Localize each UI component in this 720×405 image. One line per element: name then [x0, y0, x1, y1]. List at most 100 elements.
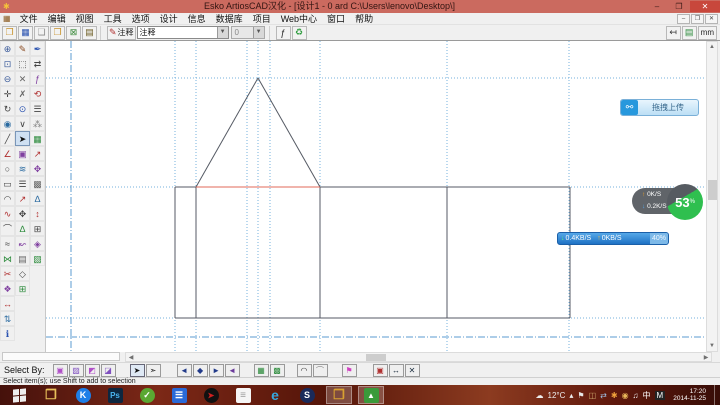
function-icon[interactable]: ƒ — [30, 71, 45, 86]
field-tool-button[interactable]: ƒ — [276, 26, 291, 40]
zoom-in-icon[interactable]: ⊕ — [0, 41, 15, 56]
horizontal-scrollbar[interactable]: ◀ ▶ — [0, 352, 720, 362]
select-next-button[interactable]: ► — [209, 364, 224, 377]
scroll-down-arrow[interactable]: ▼ — [707, 341, 717, 351]
rotate-ccw-icon[interactable]: ⟲ — [30, 86, 45, 101]
gem-icon[interactable]: ◈ — [30, 236, 45, 251]
select-add-button[interactable]: ➣ — [146, 364, 161, 377]
show-hide-icon[interactable]: ◉ — [0, 116, 15, 131]
select-flag-button[interactable]: ⚑ — [342, 364, 357, 377]
sogou-browser[interactable]: S — [294, 386, 320, 404]
annotation-layer-combo[interactable]: 注释▼ — [137, 26, 229, 39]
select-query-button[interactable]: ◄ — [225, 364, 240, 377]
mdi-close[interactable]: ✕ — [705, 14, 718, 24]
drag-upload-button[interactable]: ⚯ 拖拽上传 — [620, 99, 699, 116]
ripple-icon[interactable]: ≋ — [15, 161, 30, 176]
select-layer-button[interactable]: ◪ — [101, 364, 116, 377]
video-list-app[interactable]: ☰ — [166, 386, 192, 404]
close-button[interactable]: ✕ — [690, 1, 720, 12]
delete-a-icon[interactable]: ✕ — [15, 71, 30, 86]
save-button[interactable]: ▦ — [18, 26, 33, 40]
move-cross-icon[interactable]: ✥ — [30, 161, 45, 176]
select-grid-button[interactable]: ▩ — [270, 364, 285, 377]
measure-h-icon[interactable]: ↔ — [0, 296, 15, 311]
internet-explorer[interactable]: e — [262, 386, 288, 404]
image-viewer[interactable]: ▲ — [358, 386, 384, 404]
scroll-left-arrow[interactable]: ◀ — [126, 354, 136, 362]
start-button[interactable] — [6, 386, 32, 404]
panel-icon[interactable]: ▤ — [15, 251, 30, 266]
menu-编辑[interactable]: 编辑 — [43, 13, 71, 25]
tray-app-3[interactable]: ✱ — [611, 391, 618, 400]
import-folder-button[interactable]: ❒ — [50, 26, 65, 40]
wave-tool-icon[interactable]: ≈ — [0, 236, 15, 251]
menu-设计[interactable]: 设计 — [155, 13, 183, 25]
triangle-icon[interactable]: ∆ — [15, 221, 30, 236]
show-desktop-button[interactable] — [714, 385, 718, 405]
vertical-scrollbar[interactable]: ▲ ▼ — [706, 41, 718, 352]
rebuild-button[interactable]: ♻ — [292, 26, 307, 40]
mirror-tool-icon[interactable]: ⋈ — [0, 251, 15, 266]
zoom-out-icon[interactable]: ⊖ — [0, 71, 15, 86]
select-normal-button[interactable]: ➤ — [130, 364, 145, 377]
hscroll-track[interactable]: ◀ ▶ — [125, 352, 712, 362]
media-player[interactable]: ➤ — [198, 386, 224, 404]
line-tool-icon[interactable]: ╱ — [0, 131, 15, 146]
menu-选项[interactable]: 选项 — [127, 13, 155, 25]
mdi-restore[interactable]: ❐ — [691, 14, 704, 24]
annotation-tool-button[interactable]: ✎注释 — [107, 26, 136, 40]
minimize-button[interactable]: – — [646, 1, 668, 12]
ime-chinese[interactable]: 中 — [643, 390, 651, 401]
layers-icon[interactable]: ☰ — [15, 176, 30, 191]
zoom-spinner[interactable]: 0▼ — [231, 26, 265, 39]
k-app[interactable]: K — [70, 386, 96, 404]
print-button[interactable]: ▤ — [82, 26, 97, 40]
grid-icon[interactable]: ⊞ — [15, 281, 30, 296]
vscroll-thumb[interactable] — [708, 180, 717, 200]
stretch-v-icon[interactable]: ↕ — [30, 206, 45, 221]
pencil-icon[interactable]: ✎ — [15, 41, 30, 56]
open-button[interactable]: ❐ — [2, 26, 17, 40]
menu-窗口[interactable]: 窗口 — [322, 13, 350, 25]
shade-icon[interactable]: ▧ — [30, 251, 45, 266]
select-arrow-icon[interactable]: ➤ — [15, 131, 30, 146]
hatch-icon[interactable]: ▩ — [30, 176, 45, 191]
arc-tool-icon[interactable]: ◠ — [0, 191, 15, 206]
ime-mode[interactable]: M — [655, 391, 666, 400]
marquee-icon[interactable]: ⬚ — [15, 56, 30, 71]
stamp-tool-icon[interactable]: ❖ — [0, 281, 15, 296]
artioscad-window[interactable]: ❒ — [326, 386, 352, 404]
pen-tool-icon[interactable]: ✒ — [30, 41, 45, 56]
diamond-icon[interactable]: ◇ — [15, 266, 30, 281]
delete-b-icon[interactable]: ✗ — [15, 86, 30, 101]
angle-line-icon[interactable]: ∠ — [0, 146, 15, 161]
notepad[interactable]: ≡ — [230, 386, 256, 404]
volume-icon[interactable]: ♫ — [633, 391, 639, 400]
swap-icon[interactable]: ⇄ — [30, 56, 45, 71]
scatter-icon[interactable]: ⁂ — [30, 116, 45, 131]
flag-icon[interactable]: ⚑ — [577, 391, 584, 400]
menu-Web中心[interactable]: Web中心 — [276, 13, 322, 25]
combo-arrow-icon[interactable]: ▼ — [217, 27, 228, 38]
scroll-up-arrow[interactable]: ▲ — [707, 42, 717, 52]
menu-信息[interactable]: 信息 — [183, 13, 211, 25]
info-tool-icon[interactable]: ℹ — [0, 326, 15, 341]
fillet-tool-icon[interactable]: ⌒ — [0, 221, 15, 236]
select-poly-button[interactable]: ◩ — [85, 364, 100, 377]
tray-expand-arrow[interactable]: ▴ — [569, 391, 573, 400]
restore-button[interactable]: ❐ — [668, 1, 690, 12]
menu-项目[interactable]: 项目 — [248, 13, 276, 25]
select-cross-button[interactable]: ✕ — [405, 364, 420, 377]
spinner-arrow-icon[interactable]: ▼ — [253, 27, 264, 38]
select-point-button[interactable]: ▣ — [53, 364, 68, 377]
fill-grid-icon[interactable]: ▦ — [30, 131, 45, 146]
menu-文件[interactable]: 文件 — [15, 13, 43, 25]
cut-tool-icon[interactable]: ✂ — [0, 266, 15, 281]
select-curve-button[interactable]: ⌒ — [313, 364, 328, 377]
measure-v-icon[interactable]: ⇅ — [0, 311, 15, 326]
tray-app-1[interactable]: ◫ — [589, 391, 597, 400]
tray-clock[interactable]: 17:20 2014-11-25 — [669, 388, 710, 402]
move-all-icon[interactable]: ✥ — [15, 206, 30, 221]
refresh-view-icon[interactable]: ↻ — [0, 101, 15, 116]
tray-app-4[interactable]: ◉ — [622, 391, 629, 400]
